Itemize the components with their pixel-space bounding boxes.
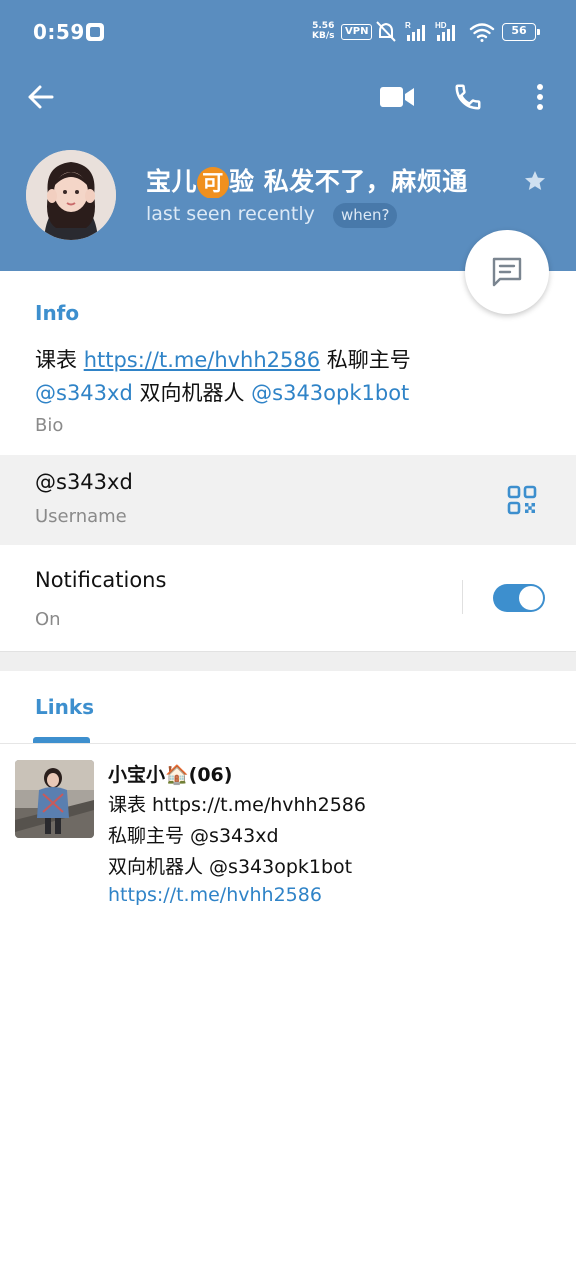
video-camera-icon [380, 87, 414, 107]
profile-avatar[interactable] [26, 150, 116, 240]
link-desc-line-1: 课表 https://t.me/hvhh2586 [108, 794, 366, 816]
profile-name-text: 宝儿可验 私发不了，麻烦通 [146, 167, 468, 198]
vpn-badge: VPN [341, 24, 373, 40]
section-gap [0, 651, 576, 671]
more-vertical-icon [537, 84, 543, 110]
message-icon [492, 257, 522, 287]
link-desc-line-3: 双向机器人 @s343opk1bot [108, 856, 353, 878]
battery-icon: 56 [502, 23, 540, 41]
bio-mention-2[interactable]: @s343opk1bot [251, 381, 409, 405]
link-thumbnail-photo [15, 760, 94, 838]
link-desc-line-2: 私聊主号 @s343xd [108, 825, 279, 847]
network-speed-value: 5.56 [312, 21, 335, 31]
bio-link[interactable]: https://t.me/hvhh2586 [84, 348, 320, 372]
network-speed: 5.56 KB/s [312, 21, 334, 41]
signal-2-label: HD [435, 21, 447, 30]
notification-app-icon [86, 23, 104, 41]
qr-code-button[interactable] [502, 480, 542, 520]
phone-icon [455, 84, 481, 110]
status-icons: R HD [376, 21, 495, 42]
status-time: 0:59 [33, 20, 85, 44]
bio-text-1: 课表 [35, 348, 84, 372]
signal-1-label: R [405, 21, 411, 30]
bio-text-3: 双向机器人 [132, 381, 252, 405]
bio-mention-1[interactable]: @s343xd [35, 381, 133, 405]
back-arrow-icon [28, 85, 54, 109]
username-row[interactable] [0, 455, 576, 545]
back-button[interactable] [22, 78, 60, 116]
notifications-toggle[interactable] [493, 584, 545, 612]
bio-text: 课表 https://t.me/hvhh2586 私聊主号 @s343xd 双向机… [35, 344, 505, 410]
profile-name: 宝儿可验 私发不了，麻烦通 [146, 162, 518, 198]
last-seen-status: last seen recently [146, 203, 315, 225]
star-icon [525, 171, 545, 190]
more-options-button[interactable] [522, 78, 558, 116]
network-speed-unit: KB/s [312, 31, 335, 41]
voice-call-button[interactable] [448, 78, 488, 116]
name-badge-char: 可 [197, 167, 230, 198]
username-value: @s343xd [35, 470, 133, 494]
message-button[interactable] [465, 230, 549, 314]
toggle-knob [519, 586, 543, 610]
bio-text-2: 私聊主号 [320, 348, 411, 372]
wifi-icon [469, 23, 495, 42]
qr-code-icon [507, 485, 537, 515]
notifications-divider [462, 580, 463, 614]
status-bar: 0:59 5.56 KB/s VPN R HD 56 [0, 0, 576, 64]
tab-links[interactable]: Links [35, 695, 94, 719]
mute-icon [376, 21, 396, 42]
link-thumbnail[interactable] [15, 760, 94, 838]
notifications-title: Notifications [35, 568, 167, 592]
notifications-state: On [35, 609, 61, 630]
username-label: Username [35, 506, 127, 527]
info-title: Info [35, 301, 80, 325]
bio-label: Bio [35, 415, 64, 436]
when-badge[interactable]: when? [333, 203, 398, 228]
tab-divider [0, 743, 576, 744]
link-title: 小宝小🏠(06) [108, 764, 233, 786]
video-call-button[interactable] [376, 78, 418, 116]
star-button[interactable] [518, 164, 552, 198]
link-description: 课表 https://t.me/hvhh2586 私聊主号 @s343xd 双向… [108, 790, 548, 883]
link-url[interactable]: https://t.me/hvhh2586 [108, 884, 322, 906]
avatar-photo [26, 150, 116, 240]
